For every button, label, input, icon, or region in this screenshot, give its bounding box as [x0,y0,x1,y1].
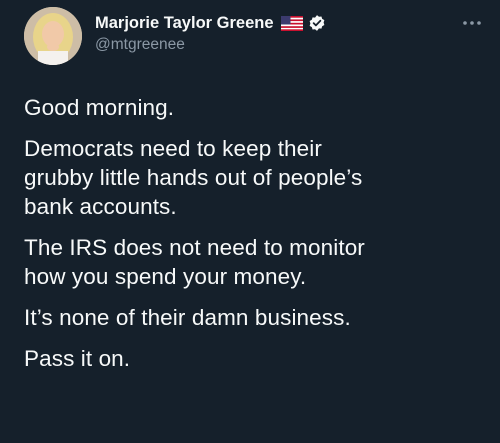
tweet-paragraph: It’s none of their damn business. [24,305,351,330]
avatar-image [24,7,82,65]
tweet-paragraph: Democrats need to keep their grubby litt… [24,136,363,219]
tweet-text: Good morning. Democrats need to keep the… [24,93,480,385]
display-name-row: Marjorie Taylor Greene [95,12,326,34]
verified-badge-icon [308,14,326,32]
display-name[interactable]: Marjorie Taylor Greene [95,14,274,33]
author-names: Marjorie Taylor Greene @mtgreenee [95,12,326,54]
tweet-paragraph: Good morning. [24,95,175,120]
more-dots-icon[interactable] [460,15,484,25]
tweet-paragraph: Pass it on. [24,346,131,371]
avatar[interactable] [24,7,82,65]
tweet-header: Marjorie Taylor Greene @mtgreenee [24,7,484,67]
tweet-paragraph: The IRS does not need to monitor how you… [24,235,365,289]
tweet-card: Marjorie Taylor Greene @mtgreenee Good m… [0,0,500,443]
author-handle[interactable]: @mtgreenee [95,36,326,54]
us-flag-icon [280,15,303,31]
